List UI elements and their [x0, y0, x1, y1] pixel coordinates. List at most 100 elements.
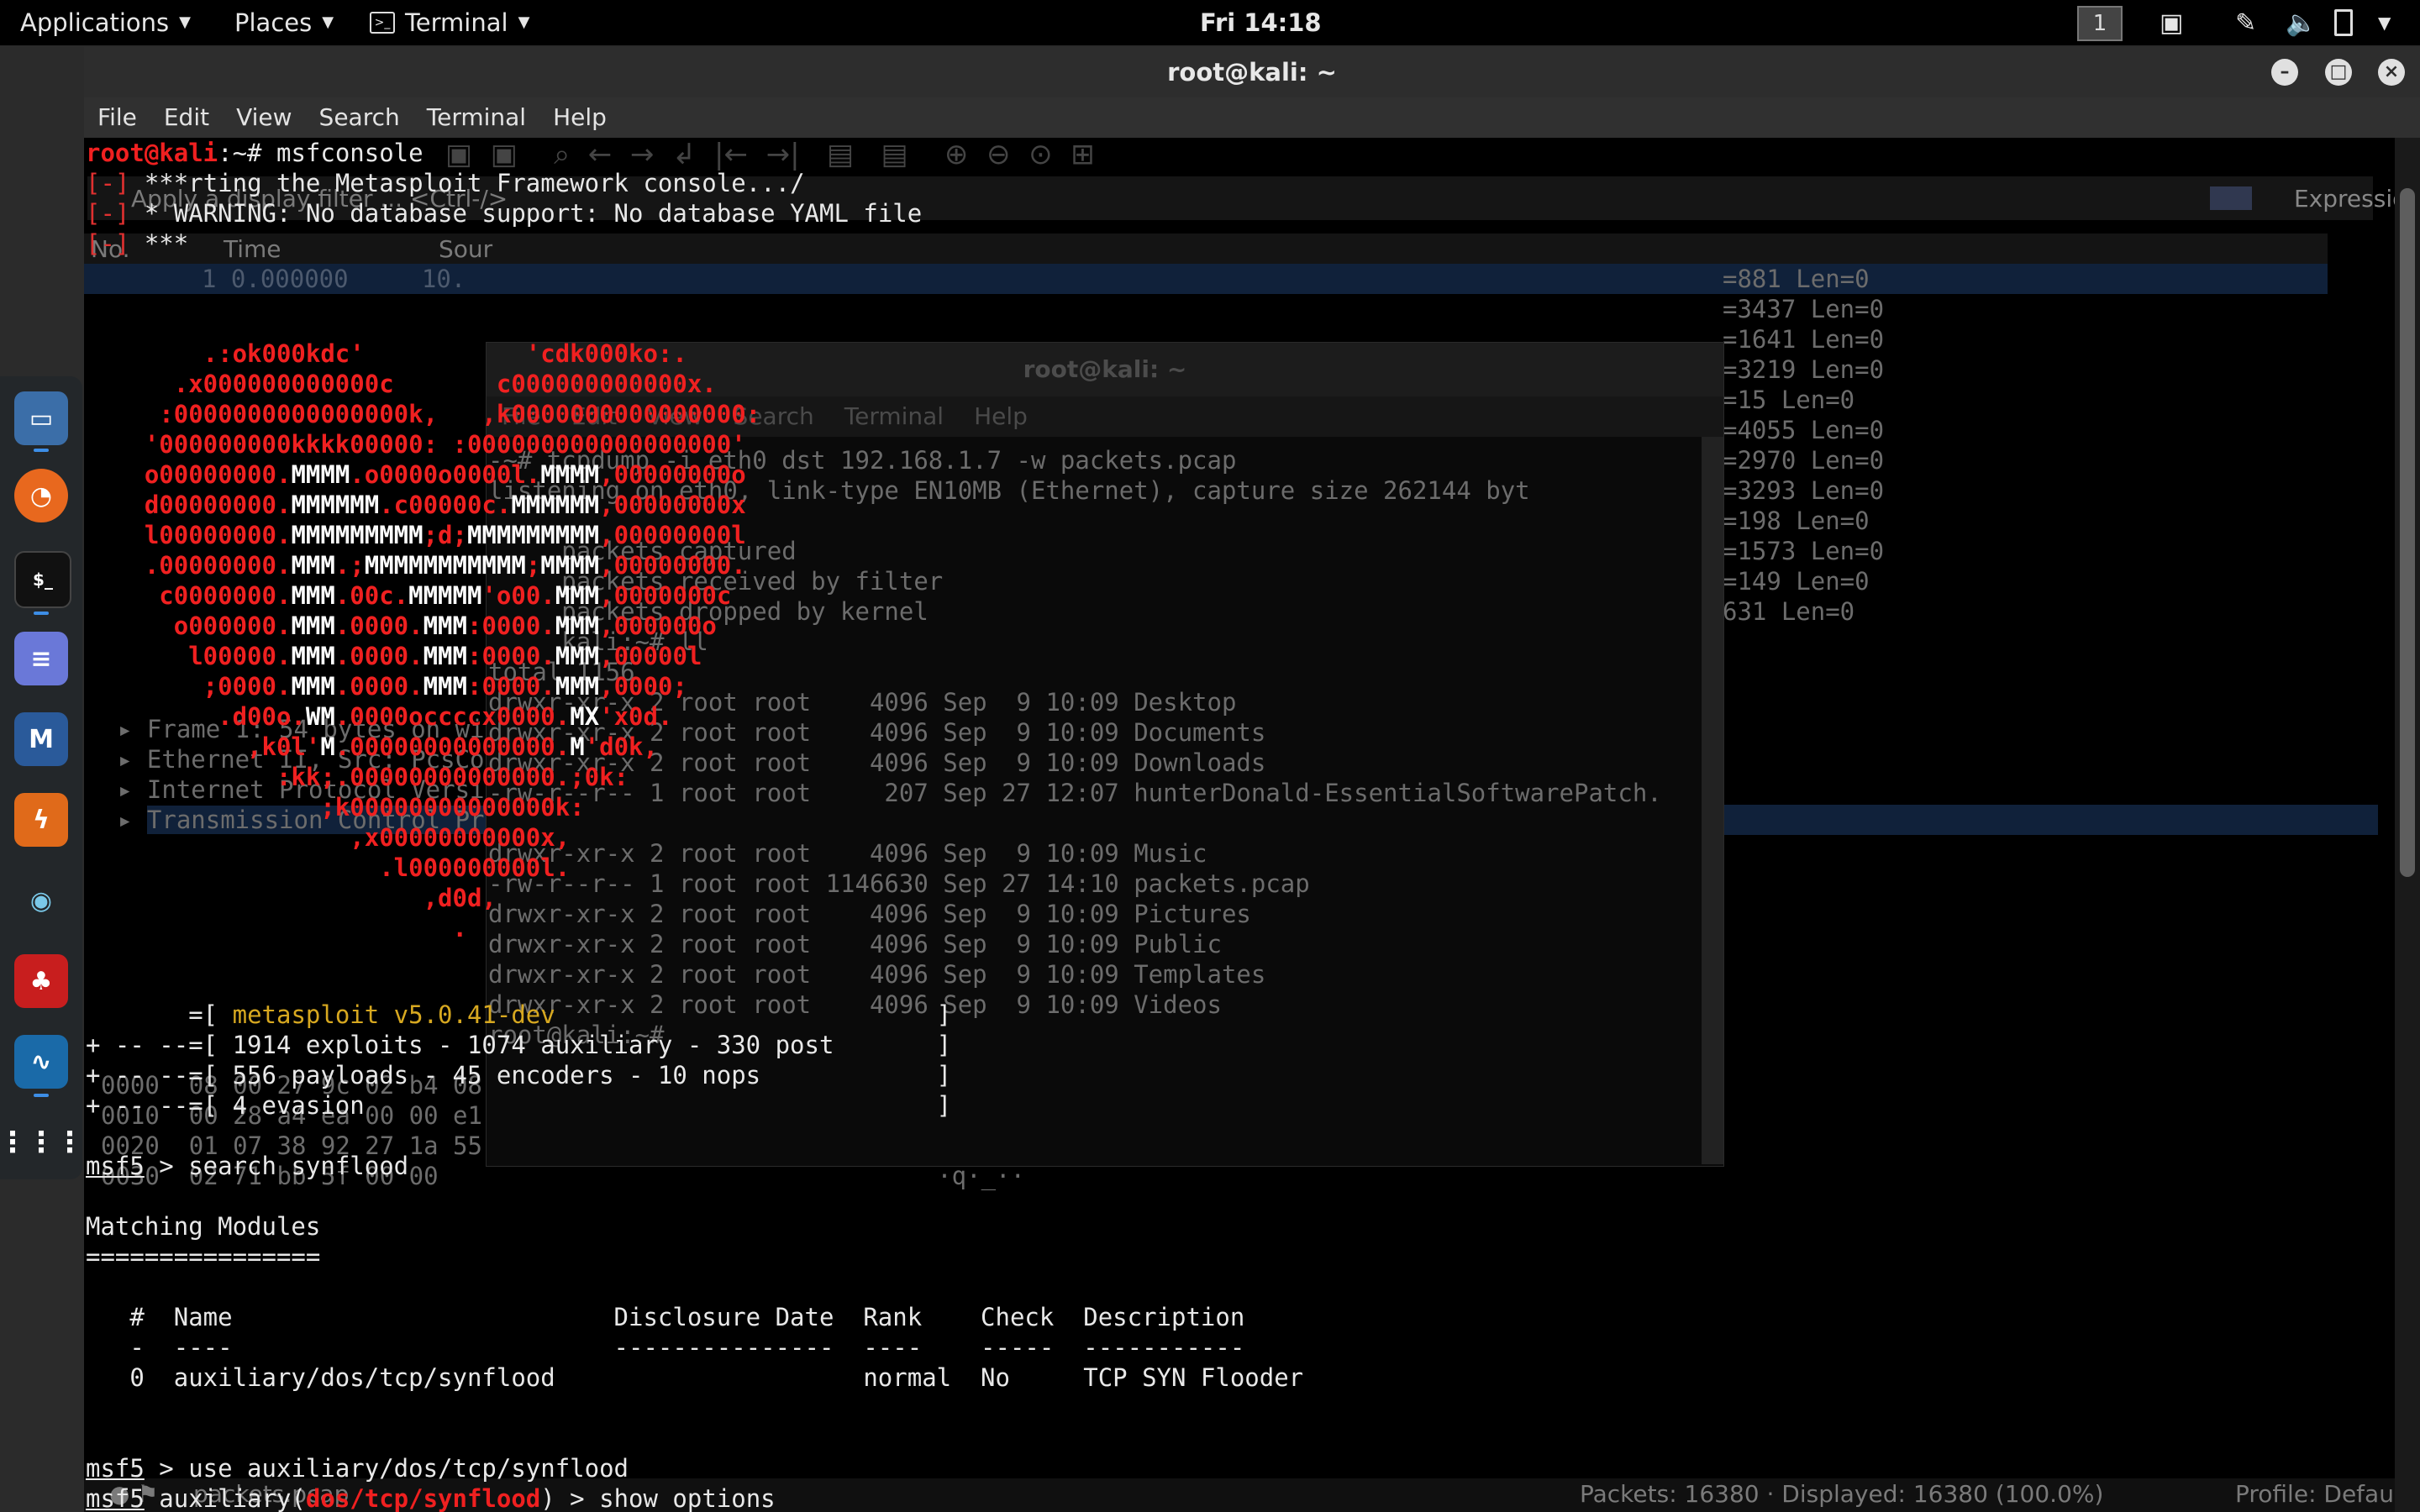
wireshark-icon[interactable]: ∿ [14, 1035, 68, 1089]
ascii-art-line: ,x00000000000x, [86, 823, 571, 852]
places-menu[interactable]: Places ▼ [234, 0, 334, 45]
running-indicator [34, 1094, 49, 1097]
menu-file[interactable]: File [84, 97, 150, 138]
ascii-art-line: ,k0l'M.00000000000000.M'd0k, [86, 732, 658, 761]
terminal-scrollbar[interactable] [2395, 138, 2420, 1512]
ws-length-cell: =3293 Len=0 [1723, 476, 1885, 505]
bg-terminal-line: drwxr-xr-x 2 root root 4096 Sep 9 10:09 … [488, 900, 1251, 928]
ws-length-cell: =1641 Len=0 [1723, 325, 1885, 354]
close-button[interactable]: × [2378, 59, 2405, 86]
ascii-art-line: '000000000kkkk00000: :000000000000000000… [86, 430, 746, 459]
bg-terminal-line: -rw-r--r-- 1 root root 1146630 Sep 27 14… [488, 869, 1310, 898]
table-row: 0 auxiliary/dos/tcp/synflood normal No T… [86, 1363, 1304, 1392]
ws-length-cell: 631 Len=0 [1723, 597, 1855, 626]
system-menu[interactable]: ▼ [2378, 0, 2391, 45]
ascii-art-line: ;k00000000000000k: [86, 793, 585, 822]
ws-toolbar-icons: ▣ ▣ ⌕ ← → ↲ |← →| ▤ ▤ ⊕ ⊖ ⊙ ⊞ [445, 138, 1095, 171]
chevron-down-icon: ▼ [179, 13, 191, 31]
bg-terminal-line: drwxr-xr-x 2 root root 4096 Sep 9 10:09 … [488, 839, 1207, 868]
ascii-art-line: o00000000.MMMM.o0000o0000l.MMMM,00000000… [86, 460, 746, 489]
gnome-top-bar: Applications ▼ Places ▼ >_ Terminal ▼ Fr… [0, 0, 2420, 45]
chevron-down-icon: ▼ [518, 13, 530, 31]
burpsuite-icon[interactable]: ϟ [14, 793, 68, 847]
terminal-small-icon: >_ [370, 12, 395, 34]
ascii-art-line: l00000.MMM.0000.MMM:0000.MMM,00000l [86, 642, 702, 670]
firefox-icon[interactable]: ◔ [14, 469, 68, 522]
menu-edit[interactable]: Edit [150, 97, 223, 138]
notes-icon[interactable]: ≡ [14, 632, 68, 685]
ascii-art-line: :kk;.00000000000000.;0k: [86, 763, 629, 791]
minimize-button[interactable]: – [2271, 59, 2298, 86]
ws-first-row: 1 0.000000 10. [202, 265, 466, 293]
battery-icon [2334, 0, 2353, 45]
ws-length-cell: =3219 Len=0 [1723, 355, 1885, 384]
bg-terminal-line: drwxr-xr-x 2 root root 4096 Sep 9 10:09 … [488, 960, 1266, 989]
ascii-art-line: .x000000000000c c000000000000x. [86, 370, 717, 398]
window-title: root@kali: ~ [84, 47, 2420, 97]
boot-line-2: [-] * WARNING: No database support: No d… [86, 199, 923, 228]
terminal-window: root@kali: ~ – □ × File Edit View Search… [84, 47, 2420, 1512]
ws-tree-highlight [1723, 805, 2378, 835]
menu-help[interactable]: Help [539, 97, 620, 138]
cherrytree-icon[interactable]: ♣ [14, 954, 68, 1008]
ascii-art-line: o000000.MMM.0000.MMM:0000.MMM,000000o [86, 612, 717, 640]
boot-line-1: [-] ***rting the Metasploit Framework co… [86, 169, 805, 197]
ascii-art-line: .d00o.WM.0000occccx0000.MX'x0d. [86, 702, 673, 731]
terminal-icon[interactable]: $_ [14, 551, 71, 608]
ws-col-time: Time [224, 235, 281, 263]
menu-view[interactable]: View [223, 97, 305, 138]
ws-length-cell: =881 Len=0 [1723, 265, 1870, 293]
ws-status-profile: Profile: Default [2235, 1480, 2395, 1508]
metasploit-icon[interactable]: M [14, 712, 68, 766]
modules-table-header: # Name Disclosure Date Rank Check Descri… [86, 1303, 1245, 1331]
ascii-art-line: c0000000.MMM.00c.MMMMM'o00.MMM,0000000c [86, 581, 732, 610]
ws-length-cell: =149 Len=0 [1723, 567, 1870, 596]
app-grid-icon[interactable]: ⋮⋮⋮ [0, 1116, 84, 1169]
menu-terminal[interactable]: Terminal [413, 97, 539, 138]
bg-terminal-line: -rw-r--r-- 1 root root 207 Sep 27 12:07 … [488, 779, 1662, 807]
ascii-art-line: .00000000.MMM.;MMMMMMMMMMM;MMMM,00000000… [86, 551, 746, 580]
ws-length-cell: =15 Len=0 [1723, 386, 1855, 414]
banner-evasion-line: + -- --=[ 4 evasion ] [86, 1091, 952, 1120]
boot-line-3: [-] *** [86, 229, 189, 258]
ws-column-header [84, 234, 2328, 264]
terminal-app-menu[interactable]: >_ Terminal ▼ [370, 0, 529, 45]
scrollbar-thumb[interactable] [2400, 188, 2415, 877]
ws-length-cell: =2970 Len=0 [1723, 446, 1885, 475]
applications-menu[interactable]: Applications ▼ [20, 0, 191, 45]
ascii-art-line: .l000000000l. [86, 853, 571, 882]
dock: ▭ ◔ $_ ≡ M ϟ ◉ ♣ ∿ ⋮⋮⋮ [0, 376, 84, 1179]
window-menubar: File Edit View Search Terminal Help [84, 97, 2420, 138]
ws-length-cell: =1573 Len=0 [1723, 537, 1885, 565]
files-icon[interactable]: ▭ [14, 391, 68, 445]
chevron-down-icon: ▼ [322, 13, 334, 31]
terminal-area[interactable]: Apply a display filter ... <Ctrl-/> Expr… [84, 138, 2395, 1512]
video-icon: ▣ [2160, 8, 2184, 38]
banner-payloads-line: + -- --=[ 556 payloads - 45 encoders - 1… [86, 1061, 952, 1089]
ascii-art-line: .:ok000kdc' 'cdk000ko:. [86, 339, 687, 368]
banner-version-line: =[ metasploit v5.0.41-dev ] [86, 1000, 952, 1029]
applications-label: Applications [20, 8, 170, 37]
terminal-app-label: Terminal [405, 8, 508, 37]
menu-search[interactable]: Search [306, 97, 413, 138]
places-label: Places [234, 8, 313, 37]
ws-length-cell: =4055 Len=0 [1723, 416, 1885, 444]
ws-expression: Expression... [2294, 185, 2395, 213]
use-command-line: msf5 > use auxiliary/dos/tcp/synflood [86, 1454, 629, 1483]
matching-modules-underline: ================ [86, 1242, 321, 1271]
workspace-indicator[interactable]: 1 [2077, 6, 2123, 41]
ascii-art-line: :0000000000000000k, ,k0000000000000000: [86, 400, 761, 428]
volume-icon: 🔈 [2286, 8, 2317, 38]
ws-status-packets: Packets: 16380 · Displayed: 16380 (100.0… [1580, 1480, 2104, 1508]
search-command-line: msf5 > search synflood [86, 1152, 409, 1180]
clock[interactable]: Fri 14:18 [1200, 0, 1322, 45]
eye-icon[interactable]: ◉ [14, 874, 68, 927]
ascii-art-line: l00000000.MMMMMMMMM;d;MMMMMMMMM,00000000… [86, 521, 746, 549]
running-indicator [34, 612, 49, 615]
maximize-button[interactable]: □ [2325, 59, 2352, 86]
prompt-line: root@kali:~# msfconsole [86, 139, 424, 167]
bg-terminal-line: drwxr-xr-x 2 root root 4096 Sep 9 10:09 … [488, 930, 1222, 958]
ws-length-cell: =198 Len=0 [1723, 507, 1870, 535]
ws-col-source: Sour [439, 235, 493, 263]
modules-table-separator: - ---- --------------- ---- ----- ------… [86, 1333, 1245, 1362]
